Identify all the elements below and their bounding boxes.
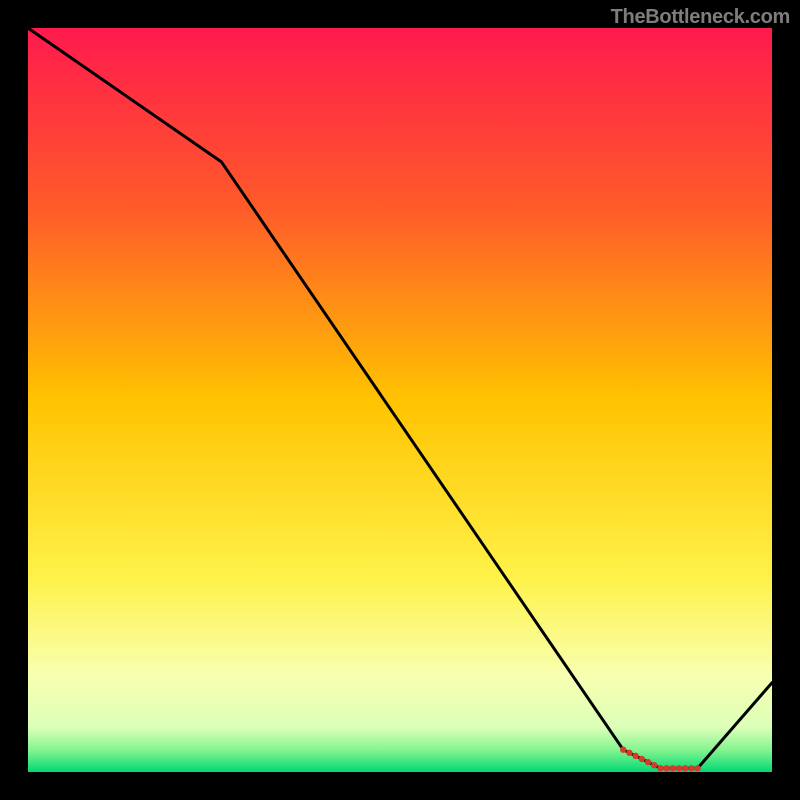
plot-area: [28, 28, 772, 772]
chart-frame: TheBottleneck.com: [0, 0, 800, 800]
plot-svg: [28, 28, 772, 772]
attribution-watermark: TheBottleneck.com: [611, 6, 790, 29]
heat-gradient-bg: [28, 28, 772, 772]
